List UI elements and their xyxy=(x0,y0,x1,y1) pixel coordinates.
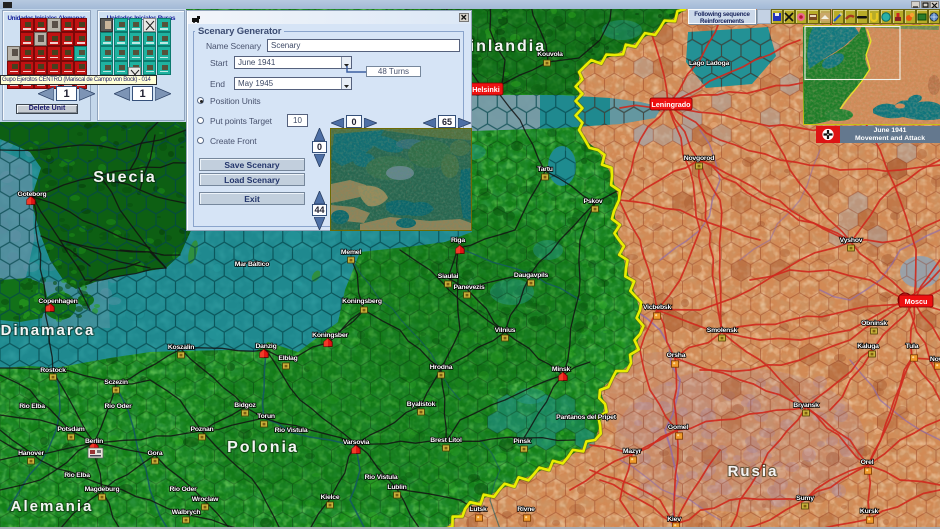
svg-text:Wroclaw: Wroclaw xyxy=(192,496,219,503)
svg-text:Danzig: Danzig xyxy=(255,343,276,350)
svg-text:Moscu: Moscu xyxy=(905,297,928,306)
svg-text:Bidgoz: Bidgoz xyxy=(234,402,256,409)
svg-text:Lublin: Lublin xyxy=(387,484,406,491)
svg-text:Hanover: Hanover xyxy=(18,450,44,457)
svg-text:Rio Oder: Rio Oder xyxy=(169,486,197,493)
svg-text:Sczezin: Sczezin xyxy=(104,379,128,386)
svg-text:Rusia: Rusia xyxy=(728,463,779,480)
svg-text:Vyshov: Vyshov xyxy=(840,237,863,244)
svg-text:Rio Oder: Rio Oder xyxy=(104,403,132,410)
svg-text:Nov: Nov xyxy=(930,356,940,363)
svg-text:Walbrych: Walbrych xyxy=(172,509,201,516)
svg-text:Polonia: Polonia xyxy=(227,439,299,456)
svg-text:Gomel: Gomel xyxy=(668,424,688,431)
svg-text:Memel: Memel xyxy=(341,249,361,256)
svg-text:Mar Báltico: Mar Báltico xyxy=(235,261,269,268)
svg-text:Vicbebsk: Vicbebsk xyxy=(643,304,672,311)
svg-text:Lutsk: Lutsk xyxy=(469,506,487,513)
svg-text:Novgorod: Novgorod xyxy=(684,155,715,162)
svg-text:Koningsber: Koningsber xyxy=(312,332,348,339)
svg-text:Orel: Orel xyxy=(861,459,874,466)
svg-text:Rio Vistula: Rio Vistula xyxy=(275,427,308,434)
svg-text:Helsinki: Helsinki xyxy=(472,85,500,94)
svg-text:Minsk: Minsk xyxy=(552,366,571,373)
svg-text:Panevezis: Panevezis xyxy=(453,284,484,291)
svg-text:Rio Vistula: Rio Vistula xyxy=(365,474,398,481)
svg-text:Pantanos del Pripet: Pantanos del Pripet xyxy=(556,414,617,421)
svg-text:Kursk: Kursk xyxy=(860,508,879,515)
svg-text:Tula: Tula xyxy=(906,343,919,350)
svg-text:Byalistok: Byalistok xyxy=(407,401,436,408)
svg-text:Bryansk: Bryansk xyxy=(793,402,819,409)
svg-text:Smolensk: Smolensk xyxy=(707,327,738,334)
svg-text:Goteborg: Goteborg xyxy=(18,191,47,198)
svg-text:Siaulai: Siaulai xyxy=(438,273,459,280)
svg-text:Leningrado: Leningrado xyxy=(651,100,691,109)
svg-text:Berlin: Berlin xyxy=(85,438,103,445)
svg-text:Kiev: Kiev xyxy=(667,516,681,523)
svg-text:Varsovia: Varsovia xyxy=(343,439,370,446)
svg-text:Sumy: Sumy xyxy=(796,495,814,502)
svg-text:Kaluga: Kaluga xyxy=(857,343,879,350)
svg-text:Dinamarca: Dinamarca xyxy=(1,322,96,339)
svg-text:Magdeburg: Magdeburg xyxy=(85,486,120,493)
svg-text:Mazyr: Mazyr xyxy=(623,448,642,455)
svg-text:Hrodna: Hrodna xyxy=(430,364,453,371)
svg-text:Suecia: Suecia xyxy=(93,169,157,186)
svg-text:Poznan: Poznan xyxy=(191,426,214,433)
svg-text:Alemania: Alemania xyxy=(11,498,94,515)
svg-text:Elblag: Elblag xyxy=(278,355,297,362)
svg-text:Rivne: Rivne xyxy=(517,506,535,513)
svg-text:Potsdam: Potsdam xyxy=(57,426,84,433)
svg-text:Torun: Torun xyxy=(257,413,275,420)
svg-text:Tartu: Tartu xyxy=(537,166,553,173)
svg-text:Pskov: Pskov xyxy=(583,198,602,205)
svg-text:Vilnius: Vilnius xyxy=(495,327,516,334)
svg-text:Koszalin: Koszalin xyxy=(168,344,194,351)
svg-text:Copenhagen: Copenhagen xyxy=(38,298,77,305)
svg-text:Lago Ladoga: Lago Ladoga xyxy=(689,60,730,67)
svg-text:Orsha: Orsha xyxy=(667,352,686,359)
svg-text:Rio Elba: Rio Elba xyxy=(64,472,90,479)
svg-text:Rio Elba: Rio Elba xyxy=(19,403,45,410)
svg-text:Brest Litol: Brest Litol xyxy=(430,437,462,444)
svg-text:Kielce: Kielce xyxy=(321,494,340,501)
svg-text:Obninsk: Obninsk xyxy=(861,320,887,327)
svg-text:Koningsberg: Koningsberg xyxy=(342,298,382,305)
svg-text:Rostock: Rostock xyxy=(40,367,66,374)
svg-text:Riga: Riga xyxy=(451,237,465,244)
svg-text:Pinsk: Pinsk xyxy=(513,438,531,445)
svg-text:Daugavpils: Daugavpils xyxy=(514,272,549,279)
svg-text:Gora: Gora xyxy=(147,450,162,457)
